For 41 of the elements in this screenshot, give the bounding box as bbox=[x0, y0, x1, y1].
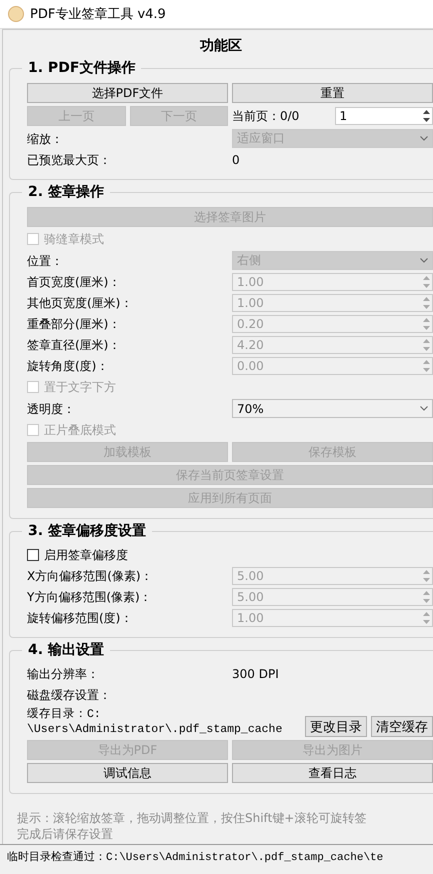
caret-icon bbox=[420, 258, 428, 263]
field-label: 旋转角度(度)： bbox=[27, 358, 110, 375]
value-text: 300 DPI bbox=[232, 666, 280, 683]
field-label: 缩放： bbox=[27, 130, 64, 148]
action-button[interactable]: 重置 bbox=[232, 83, 433, 103]
field-label: 重叠部分(厘米)： bbox=[27, 316, 122, 333]
cache-path-text: 缓存目录：C: \Users\Administrator\.pdf_stamp_cache bbox=[27, 707, 284, 737]
app-icon bbox=[8, 6, 24, 22]
field-label: 旋转偏移范围(度)： bbox=[27, 610, 134, 627]
panel-title: 功能区 bbox=[199, 37, 243, 56]
caret-icon bbox=[420, 136, 428, 141]
field-label: Y方向偏移范围(像素)： bbox=[27, 589, 153, 606]
hint-text: 提示：滚轮缩放签章，拖动调整位置，按住Shift键+滚轮可旋转签 bbox=[17, 810, 368, 826]
group-title: 4. 输出设置 bbox=[22, 641, 110, 659]
window-title: PDF专业签章工具 v4.9 bbox=[30, 6, 166, 23]
action-button[interactable]: 查看日志 bbox=[232, 763, 433, 783]
hint-text: 完成后请保存设置 bbox=[17, 826, 114, 842]
field-label: 位置： bbox=[27, 252, 64, 270]
caret-icon bbox=[420, 406, 428, 411]
action-button[interactable]: 更改目录 bbox=[305, 716, 367, 737]
group-title: 2. 签章操作 bbox=[22, 183, 110, 201]
spin-box[interactable]: 1 bbox=[334, 107, 433, 125]
group-title: 1. PDF文件操作 bbox=[22, 59, 142, 77]
group-title: 3. 签章偏移度设置 bbox=[22, 522, 152, 540]
field-label: 签章直径(厘米)： bbox=[27, 337, 122, 354]
action-button[interactable]: 选择PDF文件 bbox=[27, 83, 228, 103]
current-page-label: 当前页：0/0 bbox=[232, 108, 300, 125]
field-label: 透明度： bbox=[27, 400, 76, 418]
section-note: 磁盘缓存设置： bbox=[27, 687, 112, 704]
field-label: X方向偏移范围(像素)： bbox=[27, 568, 154, 585]
dropdown[interactable]: 70% bbox=[232, 399, 433, 418]
action-button[interactable]: 调试信息 bbox=[27, 763, 228, 783]
value-text: 0 bbox=[232, 152, 241, 169]
field-label: 其他页宽度(厘米)： bbox=[27, 295, 134, 312]
field-label: 已预览最大页： bbox=[27, 152, 112, 169]
checkbox[interactable] bbox=[27, 549, 39, 561]
field-label: 输出分辨率： bbox=[27, 666, 100, 683]
spin-arrows-icon[interactable] bbox=[422, 109, 431, 123]
action-button[interactable]: 清空缓存 bbox=[371, 716, 433, 737]
field-label: 首页宽度(厘米)： bbox=[27, 274, 122, 291]
checkbox-label[interactable]: 启用签章偏移度 bbox=[44, 546, 128, 564]
